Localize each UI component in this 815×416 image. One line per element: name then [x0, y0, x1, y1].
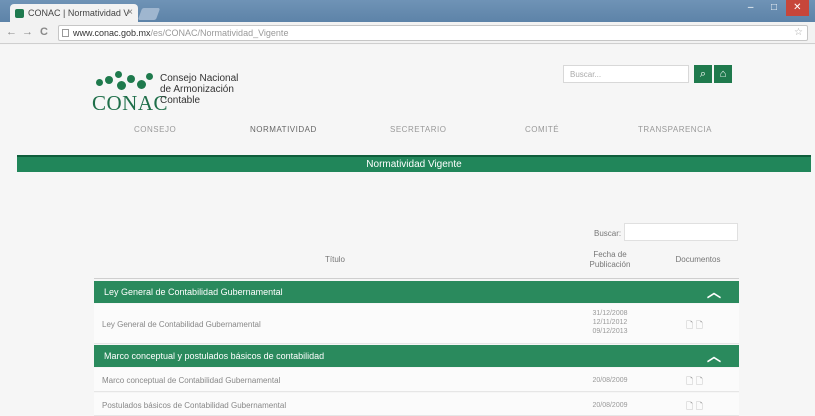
header-date-line-2: Publicación [589, 260, 631, 269]
logo-line-1: Consejo Nacional [160, 73, 239, 84]
logo-line-3: Contable [160, 95, 201, 106]
document-icons[interactable]: 🗋 🗋 [686, 399, 703, 415]
group-header[interactable]: Marco conceptual y postulados básicos de… [94, 345, 739, 367]
page-content: CONAC Consejo Nacional de Armonización C… [0, 45, 815, 416]
bookmark-star-icon[interactable]: ☆ [794, 26, 803, 40]
reload-icon[interactable]: C [40, 26, 48, 38]
header-documents[interactable]: Documentos [668, 255, 728, 265]
page-title-banner: Normatividad Vigente [17, 155, 811, 172]
header-divider [94, 278, 739, 279]
header-date-line-1: Fecha de [593, 250, 627, 259]
chevron-up-icon[interactable]: ︿ [707, 345, 721, 367]
url-host: www.conac.gob.mx [73, 28, 151, 38]
row-title[interactable]: Marco conceptual de Contabilidad Guberna… [102, 376, 280, 385]
browser-toolbar: ← → C www.conac.gob.mx/es/CONAC/Normativ… [0, 22, 815, 44]
row-date: 12/11/2012 [592, 319, 628, 326]
logo-line-2: de Armonización [160, 84, 234, 95]
nav-item-transparencia[interactable]: TRANSPARENCIA [638, 125, 712, 134]
table-row: Ley General de Contabilidad Gubernamenta… [94, 304, 739, 344]
browser-titlebar: CONAC | Normatividad V × – □ ✕ [0, 0, 815, 22]
conac-logo[interactable]: CONAC Consejo Nacional de Armonización C… [92, 67, 267, 117]
nav-item-normatividad[interactable]: NORMATIVIDAD [250, 125, 317, 134]
logo-dots-icon [96, 67, 156, 90]
row-date: 20/08/2009 [592, 402, 628, 409]
site-search-input[interactable]: Buscar... [563, 65, 689, 83]
url-path: /es/CONAC/Normatividad_Vigente [150, 28, 289, 38]
row-date: 20/08/2009 [592, 377, 628, 384]
group-title: Marco conceptual y postulados básicos de… [104, 351, 325, 361]
tab-title: CONAC | Normatividad V [28, 8, 130, 18]
forward-icon[interactable]: → [22, 26, 33, 38]
group-header[interactable]: Ley General de Contabilidad Gubernamenta… [94, 281, 739, 303]
nav-item-secretario[interactable]: SECRETARIO [390, 125, 446, 134]
minimize-button[interactable]: – [739, 0, 762, 16]
chevron-up-icon[interactable]: ︿ [707, 281, 721, 303]
row-dates: 20/08/2009 [580, 401, 640, 410]
group-title: Ley General de Contabilidad Gubernamenta… [104, 287, 283, 297]
table-search-label: Buscar: [594, 229, 622, 238]
maximize-button[interactable]: □ [762, 0, 785, 16]
header-date[interactable]: Fecha de Publicación [580, 250, 640, 270]
table-row: Postulados básicos de Contabilidad Guber… [94, 393, 739, 416]
row-title[interactable]: Postulados básicos de Contabilidad Guber… [102, 401, 286, 410]
table-row: Marco conceptual de Contabilidad Guberna… [94, 368, 739, 392]
row-dates: 20/08/2009 [580, 376, 640, 385]
window-controls: – □ ✕ [739, 0, 809, 16]
search-icon[interactable]: ⌕ [694, 65, 712, 83]
browser-tab[interactable]: CONAC | Normatividad V × [10, 4, 138, 22]
logo-name: CONAC [92, 91, 169, 115]
document-icons[interactable]: 🗋 🗋 [686, 374, 703, 390]
header-title[interactable]: Título [290, 255, 380, 265]
document-icons[interactable]: 🗋 🗋 [686, 318, 703, 334]
favicon-icon [15, 9, 24, 18]
home-icon[interactable]: ⌂ [714, 65, 732, 83]
table-search-input[interactable] [624, 223, 738, 241]
back-icon[interactable]: ← [6, 26, 17, 38]
row-date: 31/12/2008 [592, 310, 628, 317]
nav-item-comite[interactable]: COMITÉ [525, 125, 559, 134]
new-tab-button[interactable] [137, 8, 161, 20]
page-icon [62, 29, 69, 37]
row-dates: 31/12/2008 12/11/2012 09/12/2013 [580, 309, 640, 336]
tab-close-icon[interactable]: × [127, 7, 133, 18]
main-nav: CONSEJO NORMATIVIDAD SECRETARIO COMITÉ T… [100, 125, 740, 139]
close-window-button[interactable]: ✕ [785, 0, 809, 16]
logo-subtitle: Consejo Nacional de Armonización Contabl… [160, 73, 238, 106]
row-date: 09/12/2013 [592, 328, 628, 335]
nav-item-consejo[interactable]: CONSEJO [134, 125, 176, 134]
row-title[interactable]: Ley General de Contabilidad Gubernamenta… [102, 320, 261, 329]
address-bar[interactable]: www.conac.gob.mx/es/CONAC/Normatividad_V… [58, 25, 808, 41]
